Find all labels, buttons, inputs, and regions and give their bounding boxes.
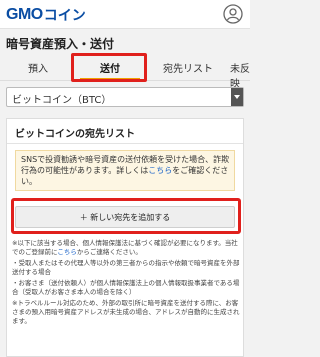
- privacy-condition-2: ・お客さま（送付依頼人）が個人情報保護法上の個人情報取扱事業者である場合（受取人…: [12, 279, 240, 296]
- gmo-coin-logo[interactable]: GMO コイン: [6, 6, 86, 24]
- page-title: 暗号資産預入・送付: [6, 37, 115, 51]
- privacy-note: ※以下に該当する場合、個人情報保護法に基づく確認が必要になります。当社でのご登録…: [12, 239, 240, 257]
- fraud-warning-text: SNSで投資勧誘や暗号資産の送付依頼を受けた場合、詐欺行為の可能性があります。詳…: [21, 154, 231, 187]
- chevron-down-icon: [231, 88, 243, 106]
- address-list-title: ビットコインの宛先リスト: [15, 129, 135, 140]
- logo-coin-text: コイン: [43, 8, 86, 24]
- privacy-note-tail: からご連絡ください。: [76, 248, 142, 256]
- privacy-condition-1: ・受取人またはその代理人等以外の第三者からの指示や依頼で暗号資産を外部送付する場…: [12, 259, 240, 276]
- privacy-note-link[interactable]: こちら: [57, 248, 77, 256]
- currency-select[interactable]: ビットコイン（BTC）: [6, 87, 244, 107]
- fraud-warning-link[interactable]: こちら: [148, 166, 172, 175]
- highlight-frame-send-tab: [71, 53, 147, 82]
- user-circle-icon[interactable]: [223, 4, 243, 24]
- currency-select-value: ビットコイン（BTC）: [12, 95, 112, 106]
- tab-deposit[interactable]: 預入: [28, 60, 48, 75]
- highlight-frame-add-button: [11, 198, 241, 234]
- fraud-warning-notice: SNSで投資勧誘や暗号資産の送付依頼を受けた場合、詐欺行為の可能性があります。詳…: [15, 150, 235, 191]
- logo-gmo-text: GMO: [6, 6, 43, 23]
- app-header: GMO コイン: [0, 0, 250, 29]
- address-list-card: ビットコインの宛先リスト SNSで投資勧誘や暗号資産の送付依頼を受けた場合、詐欺…: [6, 118, 244, 357]
- tab-pending[interactable]: 未反映: [230, 60, 250, 90]
- card-divider: [7, 143, 243, 144]
- travel-rule-note: ※トラベルルール対応のため、外部の取引所に暗号資産を送付する際に、お客さまの預入…: [12, 299, 240, 325]
- tab-address-list[interactable]: 宛先リスト: [163, 60, 213, 75]
